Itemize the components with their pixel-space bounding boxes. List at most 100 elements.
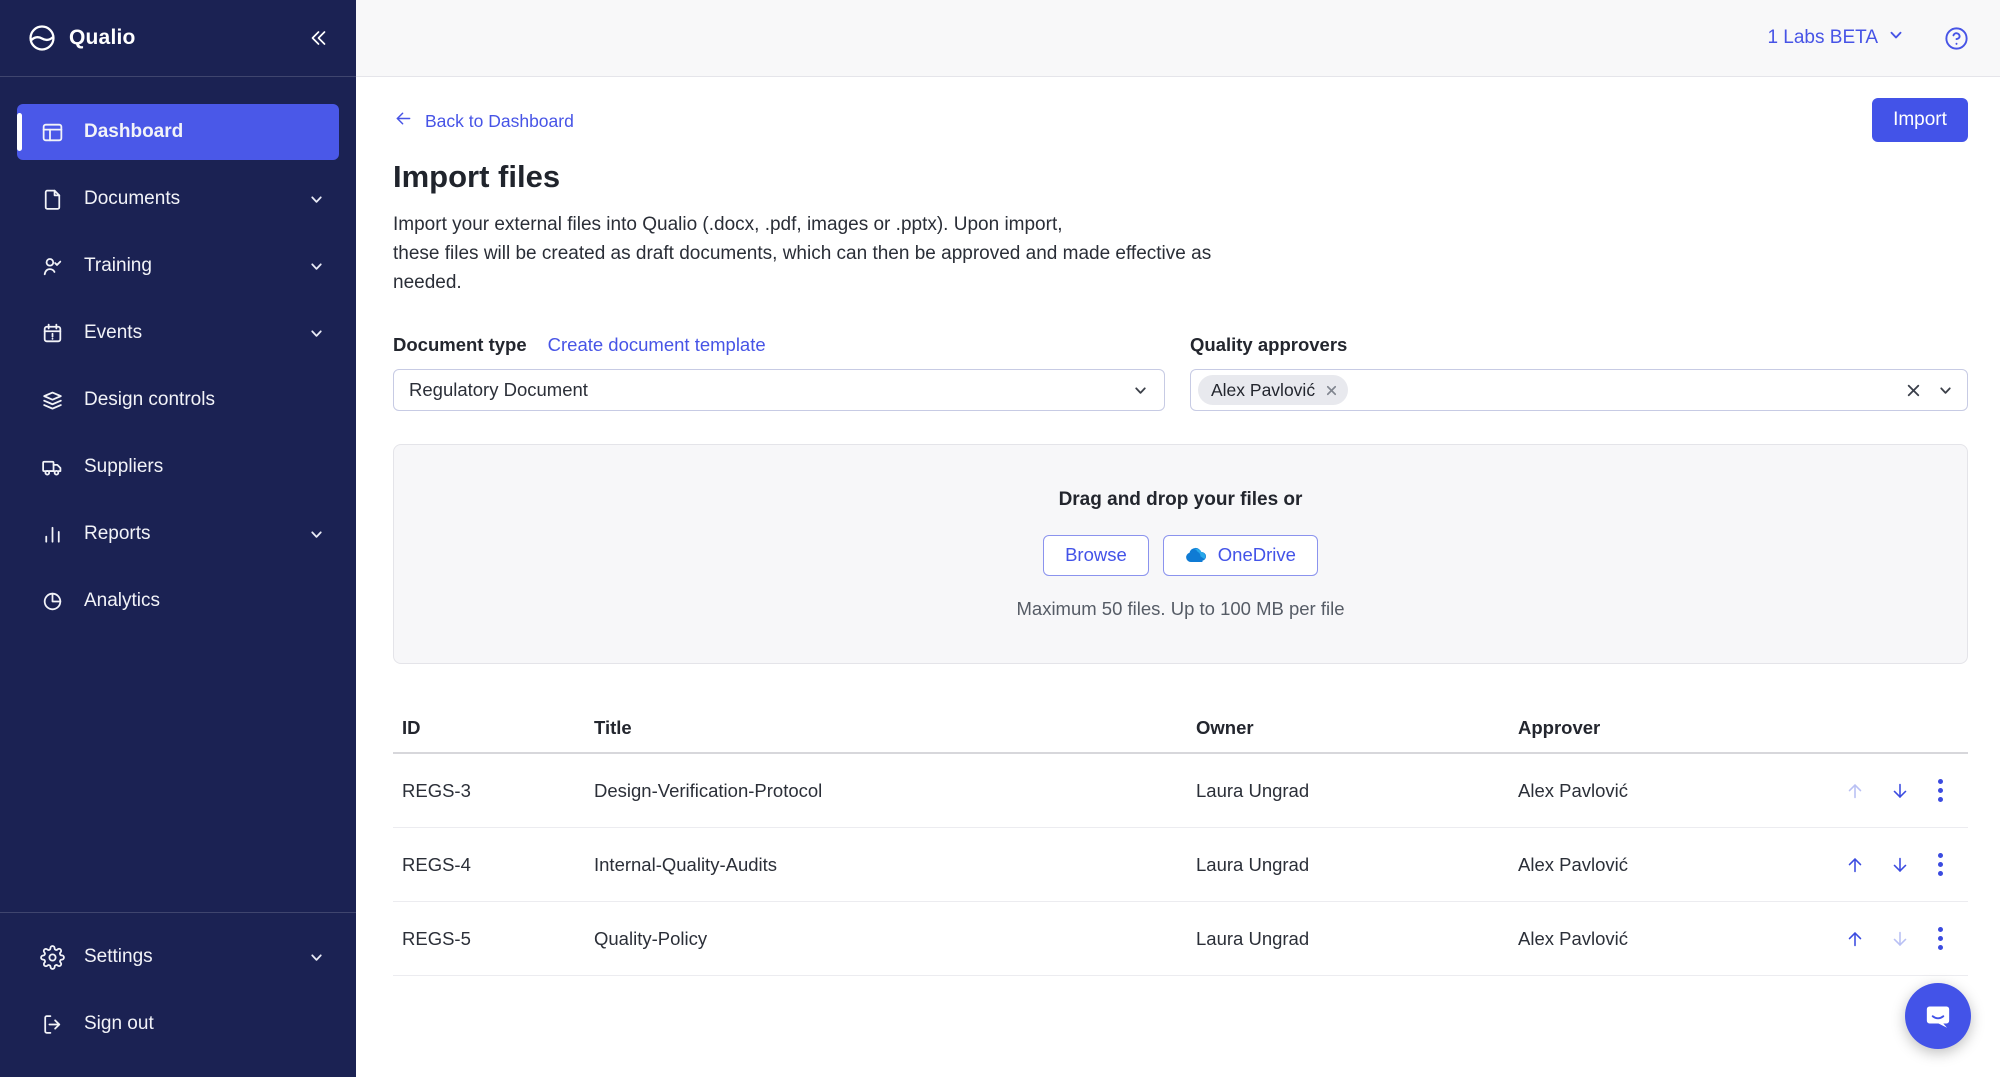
sidebar-header: Qualio <box>0 0 356 77</box>
table-header-row: ID Title Owner Approver <box>393 704 1968 754</box>
chevron-down-icon <box>308 325 325 342</box>
cell-id: REGS-4 <box>402 854 594 876</box>
gear-icon <box>39 944 65 970</box>
sidebar-item-dashboard[interactable]: Dashboard <box>17 104 339 160</box>
sidebar-item-label: Reports <box>84 523 308 545</box>
qualio-logo-icon <box>26 22 58 54</box>
create-document-template-link[interactable]: Create document template <box>548 334 766 356</box>
sidebar-item-events[interactable]: Events <box>17 305 339 361</box>
dropzone-prompt: Drag and drop your files or <box>1059 489 1303 511</box>
move-down-icon[interactable] <box>1889 854 1911 876</box>
chat-launcher-button[interactable] <box>1905 983 1971 1049</box>
chevron-down-icon <box>1132 382 1149 399</box>
dropzone-hint: Maximum 50 files. Up to 100 MB per file <box>1017 598 1345 620</box>
sidebar-item-label: Documents <box>84 188 308 210</box>
sidebar-item-label: Design controls <box>84 389 325 411</box>
chevron-down-icon <box>308 949 325 966</box>
sidebar-footer: Settings Sign out <box>0 912 356 1077</box>
sidebar-collapse-icon[interactable] <box>306 26 330 50</box>
pie-chart-icon <box>39 588 65 614</box>
move-down-icon[interactable] <box>1889 780 1911 802</box>
sidebar-nav: Dashboard Documents Traini <box>0 77 356 912</box>
table-row: REGS-5 Quality-Policy Laura Ungrad Alex … <box>393 902 1968 976</box>
chevron-down-icon <box>308 191 325 208</box>
help-icon[interactable] <box>1943 25 1970 52</box>
bar-chart-icon <box>39 521 65 547</box>
app-name: Qualio <box>69 26 136 50</box>
cell-title: Design-Verification-Protocol <box>594 780 1196 802</box>
topbar: 1 Labs BETA <box>356 0 2000 77</box>
sidebar-item-label: Settings <box>84 946 308 968</box>
row-menu-icon[interactable] <box>1934 851 1947 878</box>
remove-approver-icon[interactable] <box>1324 383 1339 398</box>
onedrive-cloud-icon <box>1185 547 1208 563</box>
back-to-dashboard-link[interactable]: Back to Dashboard <box>393 108 574 134</box>
back-arrow-icon <box>393 108 414 134</box>
page-description: Import your external files into Qualio (… <box>393 210 1968 297</box>
clear-approvers-icon[interactable] <box>1905 382 1922 399</box>
sidebar-item-label: Training <box>84 255 308 277</box>
move-down-icon <box>1889 928 1911 950</box>
document-type-field: Document type Create document template R… <box>393 334 1165 411</box>
document-type-value: Regulatory Document <box>409 379 1132 401</box>
cell-approver: Alex Pavlović <box>1518 854 1832 876</box>
sidebar-item-label: Dashboard <box>84 121 325 143</box>
chat-bubble-icon <box>1921 999 1955 1033</box>
cell-approver: Alex Pavlović <box>1518 780 1832 802</box>
browse-button-label: Browse <box>1065 544 1127 566</box>
row-menu-icon[interactable] <box>1934 925 1947 952</box>
main-area: 1 Labs BETA Import Back to Dashboard Imp… <box>356 0 2000 1077</box>
page-title: Import files <box>393 159 1968 195</box>
chevron-down-icon[interactable] <box>1937 382 1954 399</box>
page-content: Import Back to Dashboard Import files Im… <box>356 77 2000 1077</box>
cell-owner: Laura Ungrad <box>1196 928 1518 950</box>
org-switcher[interactable]: 1 Labs BETA <box>1767 26 1905 50</box>
sidebar-item-label: Sign out <box>84 1013 325 1035</box>
sidebar-item-sign-out[interactable]: Sign out <box>17 996 339 1052</box>
approver-tag: Alex Pavlović <box>1198 375 1348 405</box>
sidebar-item-suppliers[interactable]: Suppliers <box>17 439 339 495</box>
cell-id: REGS-5 <box>402 928 594 950</box>
onedrive-button-label: OneDrive <box>1218 544 1296 566</box>
document-icon <box>39 186 65 212</box>
cell-owner: Laura Ungrad <box>1196 854 1518 876</box>
sidebar-item-design-controls[interactable]: Design controls <box>17 372 339 428</box>
column-header-owner: Owner <box>1196 717 1518 739</box>
qualio-logo[interactable]: Qualio <box>26 22 306 54</box>
onedrive-button[interactable]: OneDrive <box>1163 535 1318 576</box>
document-type-select[interactable]: Regulatory Document <box>393 369 1165 411</box>
sidebar-item-label: Events <box>84 322 308 344</box>
move-up-icon[interactable] <box>1844 928 1866 950</box>
sidebar-item-settings[interactable]: Settings <box>17 929 339 985</box>
quality-approvers-select[interactable]: Alex Pavlović <box>1190 369 1968 411</box>
sidebar-item-documents[interactable]: Documents <box>17 171 339 227</box>
import-button[interactable]: Import <box>1872 98 1968 142</box>
import-files-table: ID Title Owner Approver REGS-3 Design-Ve… <box>393 704 1968 976</box>
browse-button[interactable]: Browse <box>1043 535 1149 576</box>
dashboard-icon <box>39 119 65 145</box>
file-dropzone[interactable]: Drag and drop your files or Browse OneDr… <box>393 444 1968 664</box>
table-row: REGS-4 Internal-Quality-Audits Laura Ung… <box>393 828 1968 902</box>
sidebar-item-label: Suppliers <box>84 456 325 478</box>
sidebar-item-reports[interactable]: Reports <box>17 506 339 562</box>
quality-approvers-label: Quality approvers <box>1190 334 1347 356</box>
approver-tag-label: Alex Pavlović <box>1211 380 1315 401</box>
chevron-down-icon <box>1887 26 1905 50</box>
sidebar-item-training[interactable]: Training <box>17 238 339 294</box>
org-label: 1 Labs BETA <box>1767 27 1878 49</box>
chevron-down-icon <box>308 526 325 543</box>
table-row: REGS-3 Design-Verification-Protocol Laur… <box>393 754 1968 828</box>
calendar-icon <box>39 320 65 346</box>
move-up-icon[interactable] <box>1844 854 1866 876</box>
training-icon <box>39 253 65 279</box>
cell-title: Internal-Quality-Audits <box>594 854 1196 876</box>
row-menu-icon[interactable] <box>1934 777 1947 804</box>
sidebar-item-label: Analytics <box>84 590 325 612</box>
sidebar: Qualio Dashboard <box>0 0 356 1077</box>
sidebar-item-analytics[interactable]: Analytics <box>17 573 339 629</box>
import-form: Document type Create document template R… <box>393 334 1968 411</box>
column-header-title: Title <box>594 717 1196 739</box>
layers-icon <box>39 387 65 413</box>
cell-owner: Laura Ungrad <box>1196 780 1518 802</box>
cell-title: Quality-Policy <box>594 928 1196 950</box>
